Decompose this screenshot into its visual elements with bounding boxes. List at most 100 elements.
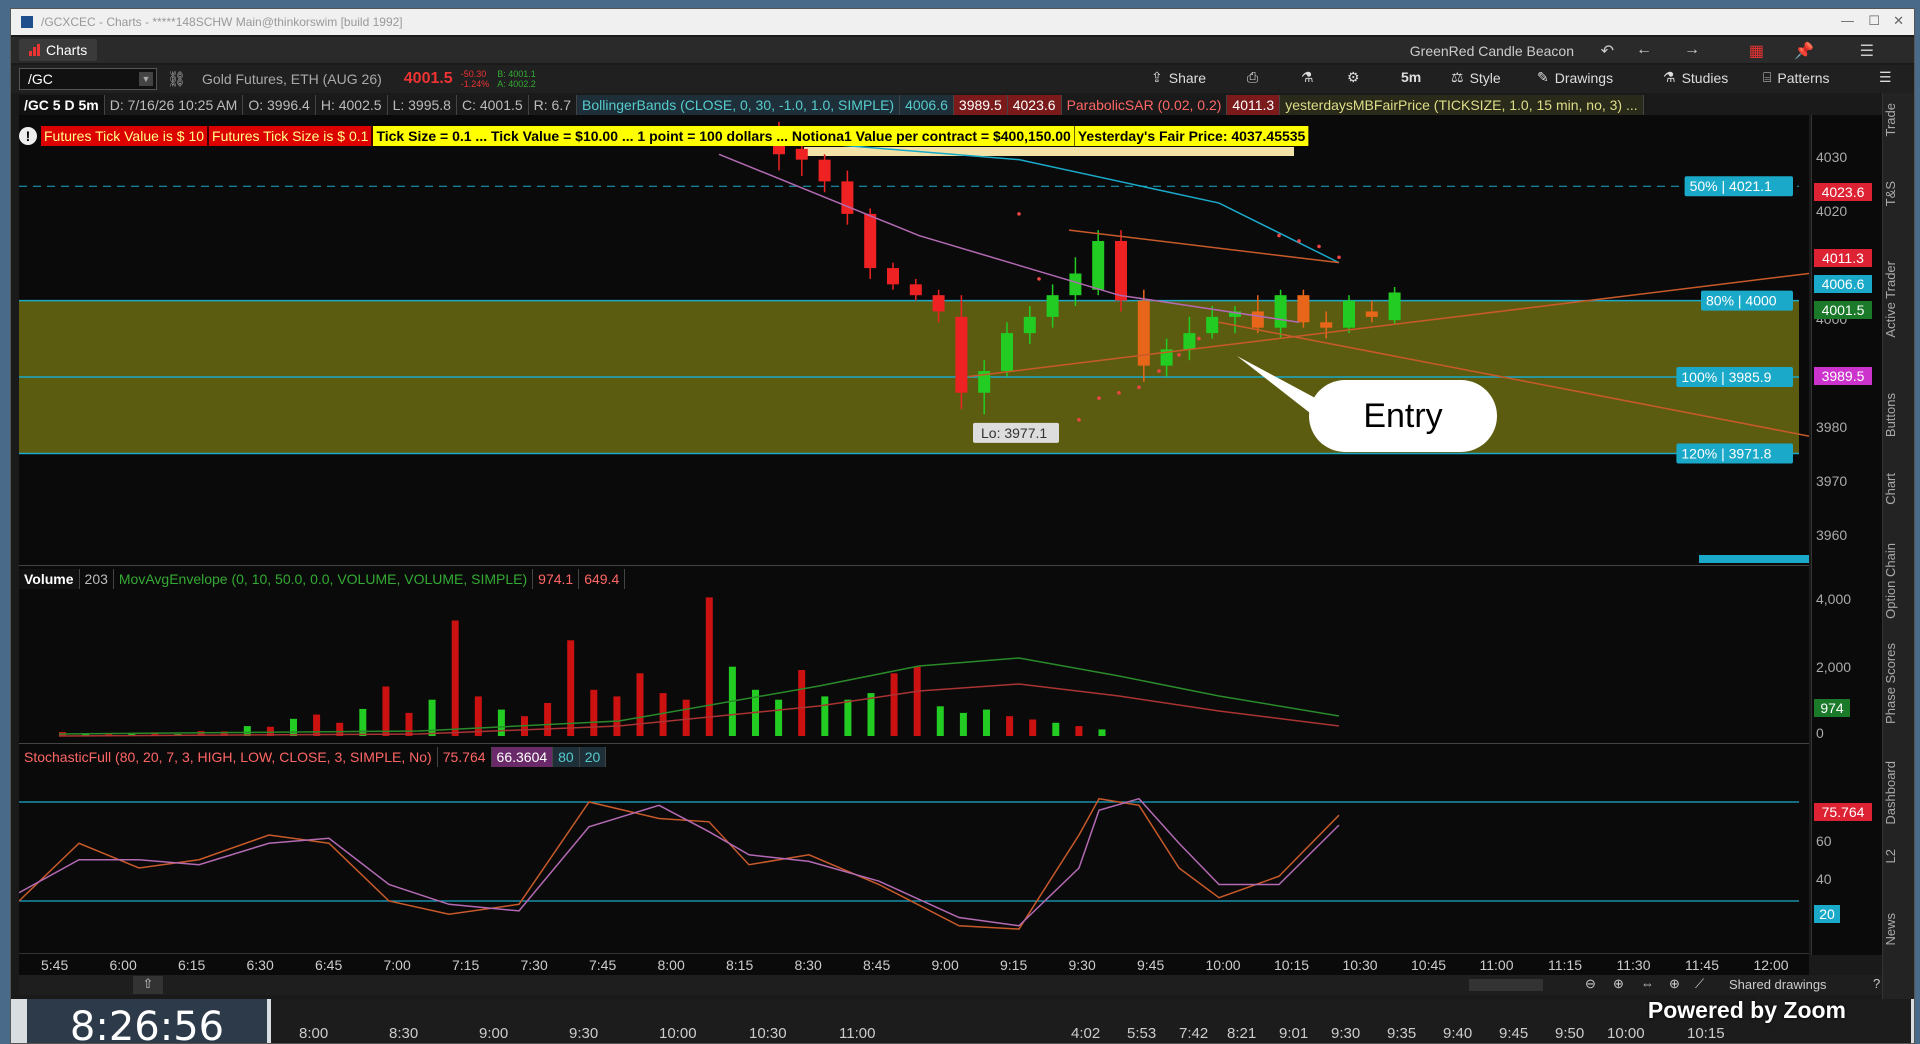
candle-body <box>909 284 922 296</box>
gear-icon[interactable]: ⚙ <box>1347 69 1360 86</box>
patterns-button[interactable]: ⌸ Patterns <box>1763 69 1830 86</box>
chevron-down-icon[interactable]: ▼ <box>139 72 153 86</box>
low-label-text: Lo: 3977.1 <box>981 425 1047 441</box>
drawings-button[interactable]: ✎ Drawings <box>1537 69 1613 86</box>
draw-line-icon[interactable]: ⟋ <box>1695 976 1704 992</box>
expand-icon[interactable]: ⇧ <box>133 976 163 994</box>
price-tick: 3970 <box>1816 473 1848 489</box>
envelope-line-lower <box>58 683 1340 737</box>
zoom-time-tick: 10:15 <box>1687 1025 1725 1042</box>
side-tab-phase-scores[interactable]: Phase Scores <box>1883 643 1914 724</box>
contract-info-alert: Tick Size = 0.1 ... Tick Value = $10.00 … <box>373 126 1075 146</box>
time-tick: 8:15 <box>726 957 754 973</box>
scroll-handle[interactable] <box>1469 979 1543 991</box>
price-tick: 4020 <box>1816 203 1848 219</box>
snapshot-icon[interactable]: ⎙ <box>1247 69 1258 86</box>
title-bar: /GCXCEC - Charts - *****148SCHW Main@thi… <box>11 9 1914 35</box>
side-tab-l2[interactable]: L2 <box>1883 849 1914 863</box>
flask-icon[interactable]: ⚗ <box>1301 69 1314 86</box>
bar-open: O: 3996.4 <box>243 95 316 115</box>
style-button[interactable]: ⚖ Style <box>1451 69 1501 86</box>
symbol-input[interactable]: /GC ▼ <box>19 68 157 90</box>
maximize-icon[interactable]: ☐ <box>1868 13 1880 29</box>
fit-width-icon[interactable]: ⇔ <box>1641 976 1654 991</box>
volume-bar <box>936 706 944 736</box>
volume-panel[interactable]: Volume 203 MovAvgEnvelope (0, 10, 50.0, … <box>19 565 1809 743</box>
shared-drawings[interactable]: Shared drawings <box>1729 977 1827 992</box>
time-tick: 8:00 <box>657 957 685 973</box>
fair-price-label[interactable]: yesterdaysMBFairPrice (TICKSIZE, 1.0, 15… <box>1280 95 1644 115</box>
charts-tab[interactable]: Charts <box>19 39 98 61</box>
psar-label[interactable]: ParabolicSAR (0.02, 0.2) <box>1062 95 1228 115</box>
chart-menu-icon[interactable]: ☰ <box>1879 69 1892 86</box>
time-axis[interactable]: 5:45 6:00 6:15 6:30 6:45 7:00 7:15 7:30 7:45 8:00… <box>19 953 1809 975</box>
tick-size-alert: Futures Tick Size is $ 0.1 <box>209 126 374 146</box>
bollinger-label[interactable]: BollingerBands (CLOSE, 0, 30, -1.0, 1.0,… <box>577 95 901 115</box>
stochastic-label[interactable]: StochasticFull (80, 20, 7, 3, HIGH, LOW,… <box>19 747 438 767</box>
zoom-in-icon[interactable]: ⊕ <box>1613 976 1624 992</box>
time-tick: 11:00 <box>1479 957 1514 973</box>
volume-tick: 2,000 <box>1816 659 1852 675</box>
volume-label[interactable]: Volume <box>19 569 80 589</box>
psar-dot <box>1097 396 1101 400</box>
bollinger-mid-badge: 4006.6 <box>1814 275 1872 293</box>
link-icon[interactable]: ⛓ <box>167 70 186 88</box>
candle-body <box>1297 295 1310 323</box>
zoom-time-tick: 8:30 <box>389 1025 419 1042</box>
back-arrow-icon[interactable]: ← <box>1636 41 1652 59</box>
zoom-out-icon[interactable]: ⊖ <box>1585 976 1596 992</box>
chart-id[interactable]: /GC 5 D 5m <box>19 95 105 115</box>
zoom-time-tick: 9:35 <box>1387 1025 1417 1042</box>
time-tick: 7:30 <box>520 957 548 973</box>
level-label-text: 80% | 4000 <box>1706 293 1777 309</box>
time-tick: 11:15 <box>1548 957 1582 973</box>
side-tab-dashboard[interactable]: Dashboard <box>1883 761 1914 825</box>
envelope-line-upper <box>58 657 1340 735</box>
time-tick: 8:30 <box>794 957 822 973</box>
bollinger-upper-badge: 4023.6 <box>1814 183 1872 201</box>
volume-bar <box>1029 719 1037 736</box>
candle-body <box>864 213 877 269</box>
share-button[interactable]: ⇪ Share <box>1151 69 1206 86</box>
volume-bar <box>705 597 713 736</box>
studies-button[interactable]: ⚗ Studies <box>1663 69 1728 86</box>
level-label-l50: 50% | 4021.1 <box>1684 176 1793 197</box>
grid-layout-icon[interactable]: ▦ <box>1749 41 1764 61</box>
volume-bar <box>1075 726 1083 736</box>
alert-line: ! Futures Tick Value is $ 10 Futures Tic… <box>19 125 1310 147</box>
zoom-time-tick: 9:00 <box>479 1025 509 1042</box>
envelope-label[interactable]: MovAvgEnvelope (0, 10, 50.0, 0.0, VOLUME… <box>114 569 534 589</box>
forward-arrow-icon[interactable]: → <box>1684 41 1700 59</box>
style-icon: ⚖ <box>1451 69 1464 85</box>
pin-icon[interactable]: 📌 <box>1794 41 1814 61</box>
pct-change: -1.24% <box>460 79 490 89</box>
side-tab-buttons[interactable]: Buttons <box>1883 393 1914 437</box>
price-tick: 3980 <box>1816 419 1848 435</box>
side-tab-active-trader[interactable]: Active Trader <box>1883 261 1914 338</box>
beacon-label[interactable]: GreenRed Candle Beacon <box>1410 43 1574 59</box>
side-tab-chart[interactable]: Chart <box>1883 473 1914 505</box>
menu-icon[interactable]: ☰ <box>1860 41 1874 61</box>
minimize-icon[interactable]: — <box>1841 13 1854 28</box>
candle-body <box>1365 311 1378 317</box>
side-tab-option-chain[interactable]: Option Chain <box>1883 543 1914 619</box>
candle-body <box>1001 333 1013 372</box>
zoom-time-tick: 9:01 <box>1279 1025 1309 1042</box>
candle-body <box>932 295 945 312</box>
bar-high: H: 4002.5 <box>316 95 388 115</box>
stochastic-panel[interactable]: StochasticFull (80, 20, 7, 3, HIGH, LOW,… <box>18 743 1809 953</box>
side-tab-news[interactable]: News <box>1883 913 1914 946</box>
candle-body <box>1274 295 1287 328</box>
pencil-icon: ✎ <box>1537 69 1549 85</box>
candle-body <box>1183 333 1196 350</box>
side-tab-trade[interactable]: Trade <box>1883 103 1914 136</box>
candle-body <box>1343 300 1355 328</box>
help-icon[interactable]: ? <box>1873 976 1880 991</box>
undo-icon[interactable]: ↶ <box>1601 41 1614 61</box>
close-icon[interactable]: ✕ <box>1893 13 1904 29</box>
crosshair-icon[interactable]: ⊕ <box>1669 976 1680 992</box>
side-tab-t-s[interactable]: T&S <box>1883 181 1914 206</box>
timeframe-button[interactable]: 5m <box>1401 69 1421 85</box>
volume-tick: 0 <box>1816 725 1824 741</box>
price-chart-panel[interactable]: 50% | 4021.1 80% | 4000 100% | 3985.9 120% … <box>19 115 1809 565</box>
